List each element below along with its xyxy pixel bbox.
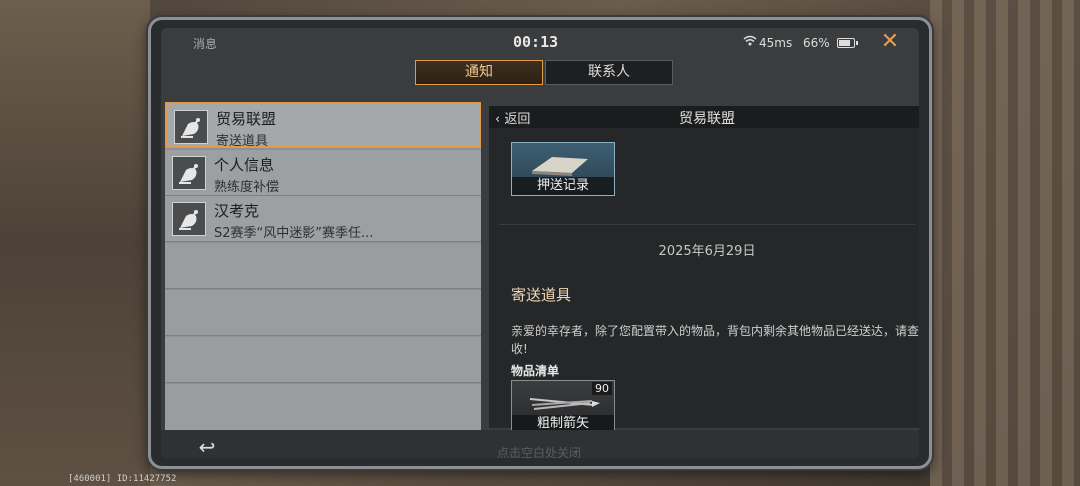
status-bar: 消息 00:13 45ms 66% ✕ <box>161 28 919 56</box>
arrow-bundle-icon <box>529 398 600 410</box>
empty-list-row <box>165 243 481 289</box>
close-button[interactable]: ✕ <box>878 30 902 54</box>
list-item-subtitle: 寄送道具 <box>216 134 269 149</box>
divider <box>499 224 915 225</box>
document-icon <box>532 157 588 176</box>
background-left <box>0 0 150 486</box>
back-arrow-icon[interactable]: ↩ <box>187 437 227 458</box>
escort-record-label: 押送记录 <box>512 177 614 195</box>
list-item-title: 贸易联盟 <box>216 110 277 128</box>
battery-percent: 66% <box>803 36 830 50</box>
list-item[interactable]: 贸易联盟 寄送道具 <box>165 102 481 149</box>
battery-icon <box>837 38 858 48</box>
empty-list-row <box>165 290 481 336</box>
escort-record-button[interactable]: 押送记录 <box>511 142 615 196</box>
satellite-dish-icon <box>174 110 208 144</box>
tab-notifications[interactable]: 通知 <box>415 60 543 85</box>
ping-value: 45ms <box>759 36 793 50</box>
tab-bar: 通知 联系人 <box>415 60 673 86</box>
item-count: 90 <box>592 382 612 395</box>
item-list-label: 物品清单 <box>511 364 560 378</box>
device-info: [460001] ID:11427752 <box>68 474 177 484</box>
tablet-frame: 消息 00:13 45ms 66% ✕ 通知 联系人 贸易联盟 寄送道具 个人信… <box>148 17 932 469</box>
empty-list-row <box>165 337 481 383</box>
tab-contacts[interactable]: 联系人 <box>545 60 673 85</box>
screen-title: 消息 <box>193 37 218 51</box>
background-right <box>930 0 1080 486</box>
detail-title: 贸易联盟 <box>679 111 735 127</box>
message-list: 贸易联盟 寄送道具 个人信息 熟练度补偿 汉考克 S2赛季“风中迷影”赛季任..… <box>165 102 481 434</box>
close-hint: 点击空白处关闭 <box>497 446 582 458</box>
satellite-dish-icon <box>172 156 206 190</box>
list-item[interactable]: 个人信息 熟练度补偿 <box>165 150 481 196</box>
detail-header: ‹ 返回 贸易联盟 <box>489 106 919 128</box>
message-date: 2025年6月29日 <box>658 244 756 259</box>
satellite-dish-icon <box>172 202 206 236</box>
message-body: 亲爱的幸存者，除了您配置带入的物品，背包内剩余其他物品已经送达，请查收! <box>511 324 919 356</box>
message-subject: 寄送道具 <box>511 286 572 304</box>
list-item-title: 汉考克 <box>214 202 260 220</box>
list-item-subtitle: 熟练度补偿 <box>214 180 280 195</box>
wifi-icon <box>743 35 757 49</box>
list-item-subtitle: S2赛季“风中迷影”赛季任... <box>214 226 374 241</box>
message-detail: ‹ 返回 贸易联盟 押送记录 2025年6月29日 寄送道具 亲爱的幸存者，除了… <box>489 106 919 434</box>
item-card[interactable]: 90 粗制箭矢 <box>511 380 615 434</box>
empty-list-row <box>165 384 481 434</box>
list-item-title: 个人信息 <box>214 156 275 174</box>
clock: 00:13 <box>513 33 559 51</box>
tablet-screen: 消息 00:13 45ms 66% ✕ 通知 联系人 贸易联盟 寄送道具 个人信… <box>161 28 919 458</box>
list-item[interactable]: 汉考克 S2赛季“风中迷影”赛季任... <box>165 196 481 242</box>
